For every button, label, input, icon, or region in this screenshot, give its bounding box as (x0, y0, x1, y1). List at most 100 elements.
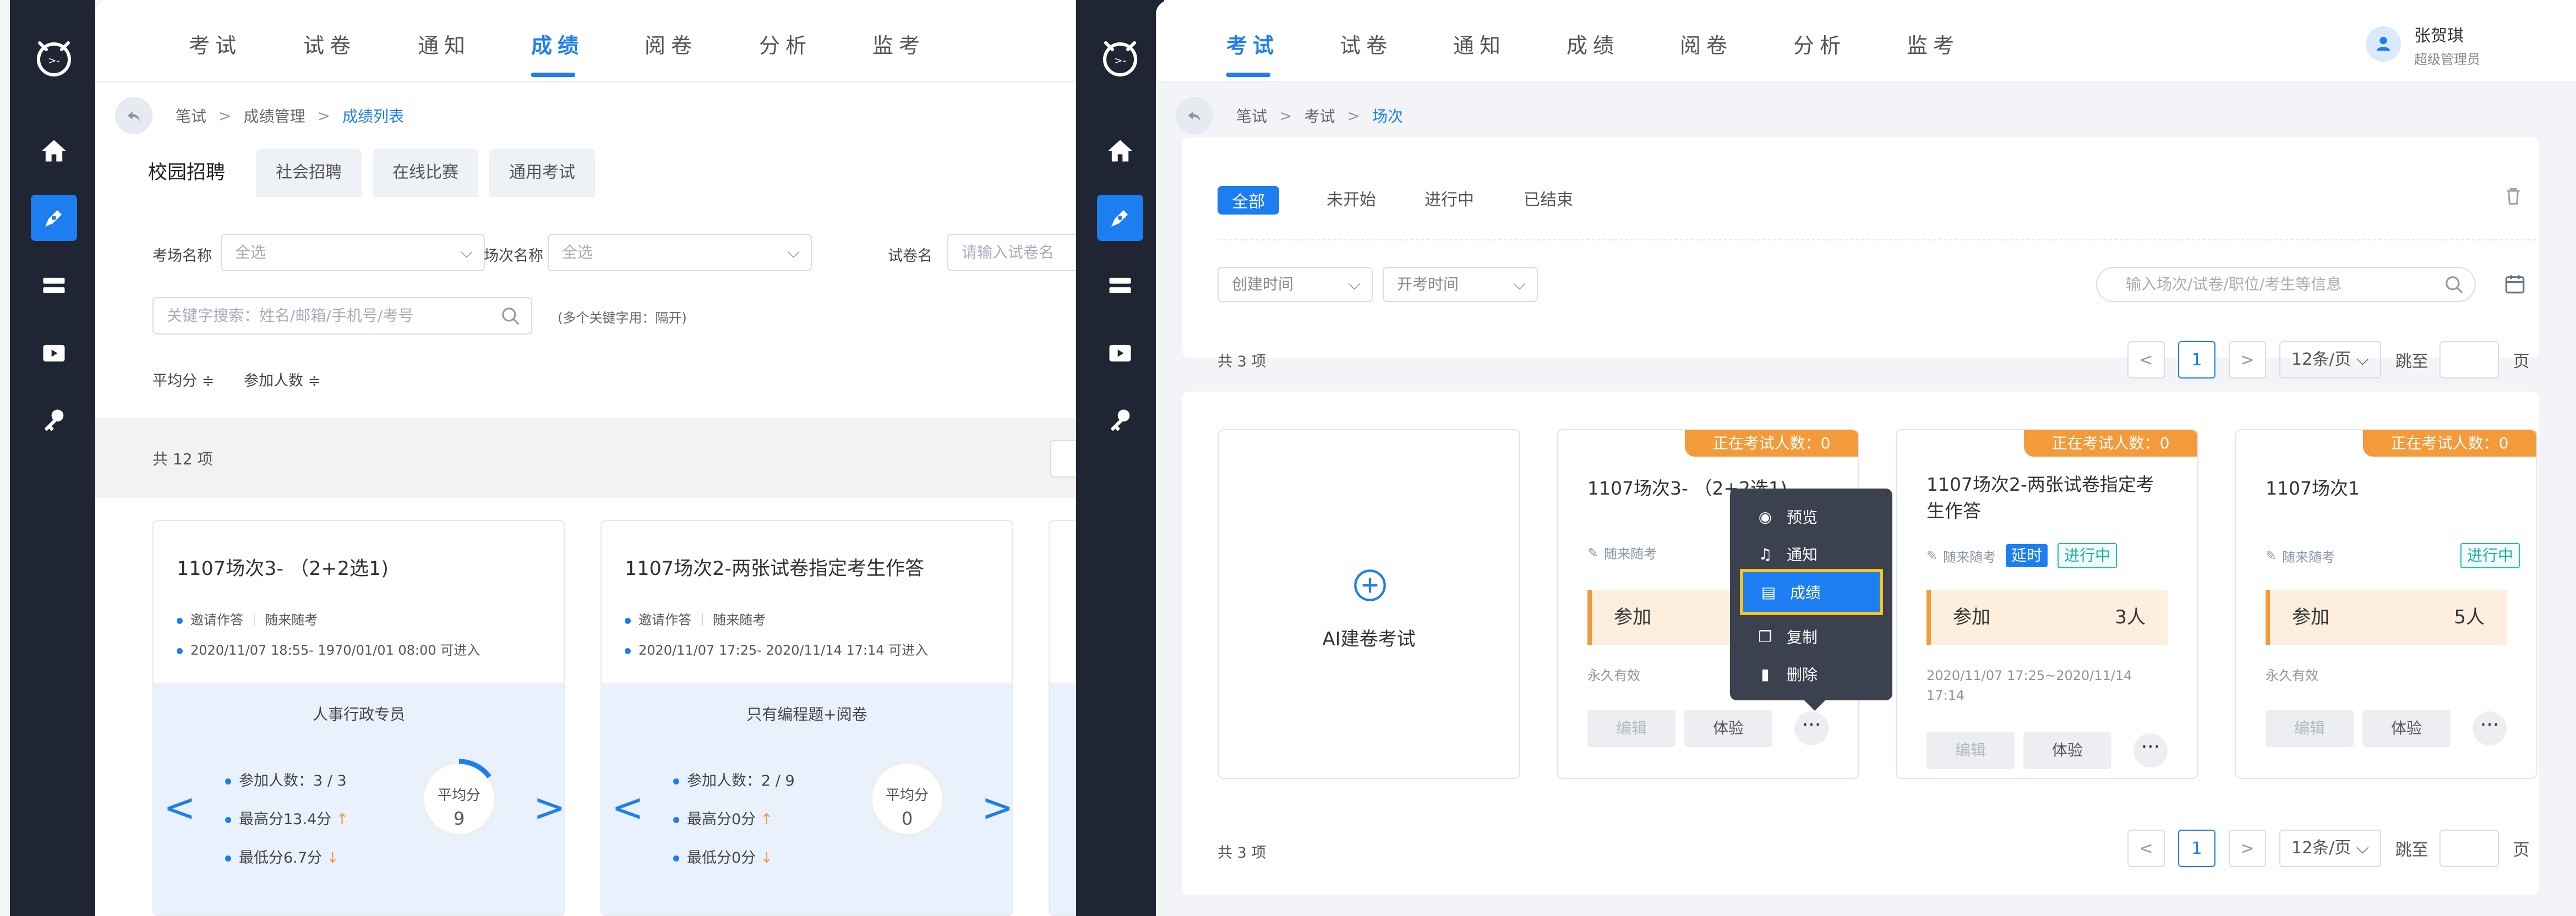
more-button[interactable]: ··· (2133, 733, 2168, 767)
next-arrow-icon[interactable]: > (981, 785, 1012, 830)
stat-max-text: 最高分0分 (687, 811, 756, 828)
prev-page-button[interactable]: < (2127, 341, 2165, 379)
mode-text: 随来随考 (1943, 549, 1996, 565)
total-count: 共 12 项 (152, 450, 213, 468)
tab-analysis[interactable]: 分析 (1793, 29, 1846, 59)
session-card[interactable]: 正在考试人数：0 1107场次2-两张试卷指定考生作答 ✎ 随来随考 延时 进行中 参… (1896, 429, 2198, 779)
key-icon[interactable] (1097, 397, 1143, 443)
exam-pen-icon[interactable] (1097, 195, 1143, 241)
page-current[interactable]: 1 (2178, 830, 2215, 867)
status-ended[interactable]: 已结束 (1524, 186, 1573, 210)
tab-score[interactable]: 成绩 (1567, 29, 1619, 59)
more-button[interactable]: ··· (2473, 711, 2507, 745)
sort-participants[interactable]: 参加人数 ≑ (244, 369, 320, 390)
prev-page-button[interactable]: < (2127, 830, 2165, 867)
key-icon[interactable] (31, 397, 77, 443)
sort-avg-score[interactable]: 平均分 ≑ (152, 369, 214, 390)
tab-general[interactable]: 通用考试 (489, 149, 596, 197)
avatar[interactable] (2366, 26, 2401, 62)
home-icon[interactable] (1097, 128, 1143, 174)
join-count: 3人 (2115, 606, 2146, 628)
prev-arrow-icon[interactable]: < (612, 785, 644, 830)
menu-item-delete[interactable]: ▮ 删除 (1730, 657, 1892, 691)
search-icon[interactable] (2444, 275, 2465, 295)
status-all[interactable]: 全部 (1218, 186, 1279, 215)
breadcrumb-exam[interactable]: 考试 (1304, 105, 1335, 127)
user-name[interactable]: 张贺琪 (2414, 22, 2464, 46)
breadcrumb-written[interactable]: 笔试 (176, 105, 206, 127)
avg-value: 0 (901, 808, 913, 829)
create-exam-card[interactable]: AI建卷考试 (1218, 429, 1520, 779)
experience-button[interactable]: 体验 (2362, 710, 2451, 747)
exam-pen-icon[interactable] (31, 195, 77, 241)
tab-paper[interactable]: 试卷 (1340, 29, 1393, 59)
session-card[interactable]: 正在考试人数：0 1107场次1 ✎ 随来随考 进行中 参加 5人 永久有效 编辑 体… (2235, 429, 2537, 779)
tab-analysis[interactable]: 分析 (759, 29, 812, 59)
breadcrumb-score-mgmt[interactable]: 成绩管理 (243, 105, 305, 127)
breadcrumb-written[interactable]: 笔试 (1236, 105, 1267, 127)
trash-icon[interactable] (2502, 184, 2524, 209)
edit-button[interactable]: 编辑 (1587, 710, 1676, 747)
paper-input[interactable]: 请输入试卷名 (947, 234, 1076, 271)
menu-item-preview-label: 预览 (1787, 508, 1818, 526)
trash-icon: ▮ (1761, 665, 1770, 683)
next-page-button[interactable]: > (2229, 830, 2266, 867)
more-button[interactable]: ··· (1794, 711, 1829, 745)
session-tags: ✎ 随来随考 进行中 (2266, 543, 2520, 568)
tab-proctor[interactable]: 监考 (1907, 29, 1960, 59)
session-search-input[interactable]: 输入场次/试卷/职位/考生等信息 (2096, 267, 2476, 302)
tab-review[interactable]: 阅卷 (1680, 29, 1733, 59)
next-arrow-icon[interactable]: > (533, 785, 564, 830)
status-in-progress[interactable]: 进行中 (1425, 186, 1474, 210)
exam-room-select[interactable]: 全选 ⌵ (221, 234, 485, 271)
calendar-icon[interactable] (2503, 272, 2526, 296)
edit-button[interactable]: 编辑 (1926, 732, 2015, 769)
home-icon[interactable] (31, 128, 77, 174)
edit-button[interactable]: 编辑 (2266, 710, 2354, 747)
tab-exam[interactable]: 考试 (189, 29, 242, 59)
jump-page-input[interactable] (2439, 341, 2499, 379)
menu-item-copy[interactable]: ❐ 复制 (1730, 619, 1892, 654)
tab-exam[interactable]: 考试 (1226, 29, 1279, 59)
prev-page-button[interactable] (1050, 440, 1076, 478)
tab-contest[interactable]: 在线比赛 (373, 149, 479, 197)
page-size-select[interactable]: 12条/页 ⌵ (2279, 341, 2381, 379)
paper-stack-icon[interactable] (1097, 263, 1143, 309)
experience-button[interactable]: 体验 (1684, 710, 1772, 747)
start-time-select[interactable]: 开考时间 ⌵ (1383, 267, 1538, 302)
paper-stack-icon[interactable] (31, 263, 77, 309)
score-card[interactable]: 1107场次3- （2+2选1) 邀请作答 ｜ 随来随考 2020/11/07 … (152, 520, 565, 916)
join-label: 参加 (1953, 606, 1990, 628)
up-arrow-icon: ↑ (760, 811, 773, 828)
jump-page-input[interactable] (2439, 830, 2499, 867)
tab-review[interactable]: 阅卷 (645, 29, 697, 59)
page-current[interactable]: 1 (2178, 341, 2215, 379)
status-not-started[interactable]: 未开始 (1327, 186, 1376, 210)
next-page-button[interactable]: > (2229, 341, 2266, 379)
prev-arrow-icon[interactable]: < (163, 785, 196, 830)
back-button[interactable] (115, 97, 152, 134)
tab-proctor[interactable]: 监考 (872, 29, 925, 59)
menu-item-preview[interactable]: ◉ 预览 (1730, 500, 1892, 534)
score-card-partial[interactable] (1049, 520, 1076, 916)
score-card[interactable]: 1107场次2-两张试卷指定考生作答 邀请作答 ｜ 随来随考 2020/11/0… (601, 520, 1013, 916)
breadcrumb-current: 场次 (1372, 107, 1403, 125)
stat-participants: 参加人数：3 / 3 (225, 769, 347, 790)
search-icon[interactable] (500, 306, 521, 327)
tab-paper[interactable]: 试卷 (303, 29, 356, 59)
tab-score[interactable]: 成绩 (531, 29, 584, 59)
create-time-select[interactable]: 创建时间 ⌵ (1218, 267, 1373, 302)
tab-campus[interactable]: 校园招聘 (128, 149, 245, 197)
menu-item-score[interactable]: ▤ 成绩 (1740, 569, 1883, 615)
keyword-search-input[interactable]: 关键字搜索：姓名/邮箱/手机号/考号 (152, 297, 532, 334)
session-select[interactable]: 全选 ⌵ (548, 234, 812, 271)
back-button[interactable] (1176, 97, 1213, 134)
tab-social[interactable]: 社会招聘 (256, 149, 362, 197)
tab-notice[interactable]: 通知 (418, 29, 471, 59)
page-size-select[interactable]: 12条/页 ⌵ (2279, 830, 2381, 867)
experience-button[interactable]: 体验 (2023, 732, 2111, 769)
tab-notice[interactable]: 通知 (1453, 29, 1506, 59)
video-icon[interactable] (1097, 330, 1143, 376)
menu-item-notify[interactable]: ♫ 通知 (1730, 537, 1892, 571)
video-icon[interactable] (31, 330, 77, 376)
